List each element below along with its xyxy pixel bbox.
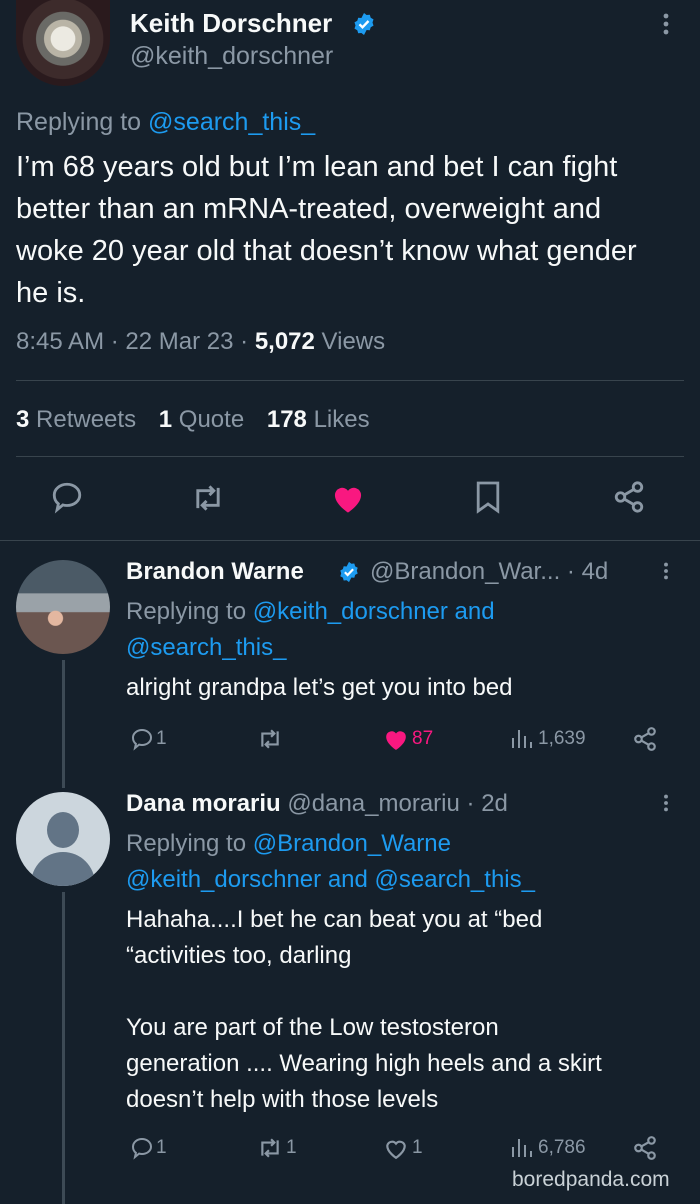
thread-line xyxy=(62,660,65,788)
replying-prefix: Replying to xyxy=(16,108,142,136)
verified-badge-icon xyxy=(354,13,374,35)
mention-link[interactable]: @search_this_ xyxy=(148,108,315,136)
reply-icon[interactable] xyxy=(50,480,84,514)
replying-to: Replying to @search_this_ xyxy=(16,108,315,137)
reply-icon[interactable] xyxy=(130,727,154,751)
tweet-time[interactable]: 8:45 AM xyxy=(16,328,104,355)
like-count: 87 xyxy=(412,728,434,749)
avatar-keith[interactable] xyxy=(16,0,110,86)
more-options-icon[interactable] xyxy=(658,560,674,582)
reply-meta: @Brandon_War... · 4d xyxy=(370,558,608,586)
reply-count: 1 xyxy=(156,1137,167,1158)
avatar-brandon[interactable] xyxy=(16,560,110,654)
thread-line xyxy=(62,892,65,1204)
reply-text-line: Hahaha....I bet he can beat you at “bed xyxy=(126,906,543,933)
like-icon[interactable] xyxy=(382,727,410,751)
tweet-text: I’m 68 years old but I’m lean and bet I … xyxy=(16,151,637,309)
views-label: Views xyxy=(321,328,386,355)
engagement-stats: 3 Retweets 1 Quote 178 Likes xyxy=(16,406,370,434)
retweets-stat[interactable]: 3 Retweets xyxy=(16,406,136,433)
like-icon[interactable] xyxy=(330,482,366,514)
retweet-count: 1 xyxy=(286,1137,297,1158)
mention-link[interactable]: @keith_dorschner and xyxy=(253,598,495,625)
share-icon[interactable] xyxy=(612,480,646,514)
share-icon[interactable] xyxy=(632,726,658,752)
author-name[interactable]: Dana morariu xyxy=(126,790,281,817)
reply-header: Dana morariu @dana_morariu · 2d xyxy=(126,790,508,818)
meta-separator: · xyxy=(466,790,475,817)
view-count: 1,639 xyxy=(538,728,586,749)
mention-link[interactable]: @search_this_ xyxy=(126,634,286,661)
replying-prefix: Replying to xyxy=(126,598,247,625)
reply-count: 1 xyxy=(156,728,167,749)
mention-link[interactable]: @search_this_ xyxy=(375,866,535,893)
author-name[interactable]: Brandon Warne xyxy=(126,558,304,586)
meta-separator: · xyxy=(110,328,126,355)
author-handle[interactable]: @keith_dorschner xyxy=(130,42,333,71)
author-name[interactable]: Keith Dorschner xyxy=(130,8,332,39)
divider xyxy=(16,456,684,457)
bookmark-icon[interactable] xyxy=(474,480,502,514)
retweets-label: Retweets xyxy=(36,406,137,433)
reply-text-line: “activities too, darling xyxy=(126,942,352,969)
verified-badge-icon xyxy=(340,561,358,583)
like-count: 1 xyxy=(412,1137,423,1158)
tweet-meta: 8:45 AM · 22 Mar 23 · 5,072 Views xyxy=(16,328,385,356)
author-handle[interactable]: @dana_morariu xyxy=(287,790,459,817)
avatar-head xyxy=(47,812,79,848)
reply-text-line: doesn’t help with those levels xyxy=(126,1086,439,1113)
watermark: boredpanda.com xyxy=(512,1168,670,1191)
replying-to: Replying to @Brandon_Warne @keith_dorsch… xyxy=(126,826,535,898)
retweet-icon[interactable] xyxy=(190,482,226,514)
reply-text-line: You are part of the Low testosteron xyxy=(126,1014,499,1041)
likes-label: Likes xyxy=(313,406,370,433)
mention-and: and xyxy=(327,866,368,893)
divider xyxy=(16,380,684,381)
reply-age[interactable]: 2d xyxy=(481,790,508,817)
reply-text: alright grandpa let’s get you into bed xyxy=(126,674,513,701)
likes-stat[interactable]: 178 Likes xyxy=(267,406,370,433)
views-icon[interactable] xyxy=(508,726,534,750)
retweet-icon[interactable] xyxy=(256,1136,284,1160)
like-icon[interactable] xyxy=(382,1136,410,1160)
tweet-date[interactable]: 22 Mar 23 xyxy=(125,328,233,355)
quotes-count: 1 xyxy=(158,406,173,433)
quotes-stat[interactable]: 1 Quote xyxy=(159,406,244,433)
meta-separator: · xyxy=(566,558,582,585)
meta-separator: · xyxy=(240,328,255,355)
replying-to: Replying to @keith_dorschner and @search… xyxy=(126,594,495,666)
more-options-icon[interactable] xyxy=(658,792,674,814)
share-icon[interactable] xyxy=(632,1135,658,1161)
reply-text-line: generation .... Wearing high heels and a… xyxy=(126,1050,602,1077)
mention-link[interactable]: @Brandon_Warne xyxy=(253,830,451,857)
reply-age[interactable]: 4d xyxy=(582,558,609,585)
author-handle[interactable]: @Brandon_War... xyxy=(370,558,560,585)
reply-icon[interactable] xyxy=(130,1136,154,1160)
mention-link[interactable]: @keith_dorschner xyxy=(126,866,321,893)
divider xyxy=(0,540,700,541)
view-count: 6,786 xyxy=(538,1137,586,1158)
likes-count: 178 xyxy=(266,406,307,433)
quotes-label: Quote xyxy=(178,406,245,433)
views-icon[interactable] xyxy=(508,1135,534,1159)
more-options-icon[interactable] xyxy=(656,12,676,36)
retweet-icon[interactable] xyxy=(256,727,284,751)
replying-prefix: Replying to xyxy=(126,830,247,857)
avatar-body xyxy=(31,852,95,886)
avatar-dana[interactable] xyxy=(16,792,110,886)
views-count: 5,072 xyxy=(254,328,315,355)
retweets-count: 3 xyxy=(16,406,30,433)
